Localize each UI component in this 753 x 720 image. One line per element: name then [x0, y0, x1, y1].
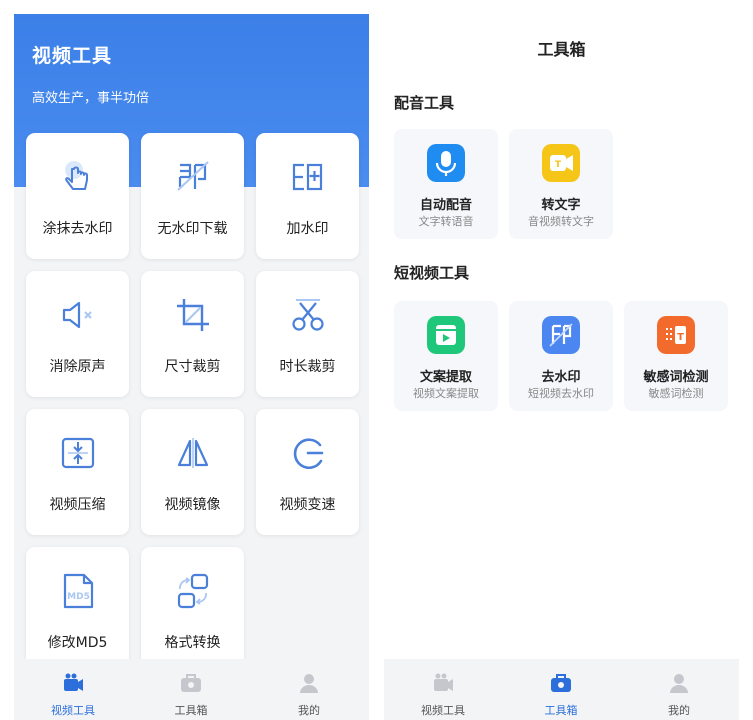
tab-video-tools[interactable]: 视频工具 [14, 659, 132, 720]
tool-label: 视频变速 [279, 497, 336, 513]
svg-text:MD5: MD5 [67, 592, 90, 602]
tab-mine[interactable]: 我的 [250, 659, 368, 720]
card-desc: 敏感词检测 [648, 387, 704, 400]
card-title: 去水印 [541, 370, 581, 385]
speed-icon [293, 438, 323, 469]
scissors-icon [291, 299, 324, 331]
tab-label: 我的 [668, 704, 690, 717]
microphone-icon [427, 144, 465, 182]
card-sensitive-word[interactable]: T 敏感词检测 敏感词检测 [624, 301, 728, 411]
tool-label: 涂抹去水印 [42, 221, 113, 237]
crop-icon [176, 299, 209, 331]
tool-label: 消除原声 [49, 359, 106, 375]
no-watermark-icon [176, 161, 209, 191]
convert-icon [177, 573, 208, 609]
tab-label: 视频工具 [51, 704, 95, 717]
tab-label: 工具箱 [544, 704, 578, 717]
page-subtitle: 高效生产，事半功倍 [32, 91, 150, 106]
card-copy-extract[interactable]: 文案提取 视频文案提取 [394, 301, 498, 411]
toolbox-icon [181, 674, 201, 692]
tool-label: 修改MD5 [47, 635, 108, 651]
bottom-tab-bar: 视频工具 工具箱 我的 [384, 659, 739, 720]
mirror-icon [177, 438, 208, 468]
svg-text:T: T [555, 160, 562, 170]
tab-video-tools[interactable]: 视频工具 [384, 659, 502, 720]
app-stage: 视频工具 高效生产，事半功倍 涂抹去水印 无水印下载 加水印 消除原声 尺寸裁剪… [0, 0, 753, 720]
video-tools-screen: 视频工具 高效生产，事半功倍 涂抹去水印 无水印下载 加水印 消除原声 尺寸裁剪… [14, 14, 369, 720]
md5-file-icon: MD5 [63, 573, 93, 609]
tool-label: 视频压缩 [49, 497, 106, 513]
card-title: 自动配音 [419, 198, 472, 213]
remove-watermark-icon [542, 316, 580, 354]
mute-icon [62, 301, 92, 329]
tab-mine[interactable]: 我的 [620, 659, 738, 720]
svg-text:T: T [677, 332, 684, 343]
video-camera-icon [64, 673, 83, 691]
tool-video-compress[interactable]: 视频压缩 [26, 409, 129, 535]
tab-label: 视频工具 [421, 704, 465, 717]
video-to-text-icon: T [542, 144, 580, 182]
bottom-tab-bar: 视频工具 工具箱 我的 [14, 659, 369, 720]
tool-remove-audio[interactable]: 消除原声 [26, 271, 129, 397]
card-desc: 文字转语音 [418, 215, 474, 228]
page-title: 工具箱 [537, 40, 586, 59]
tab-toolbox[interactable]: 工具箱 [132, 659, 250, 720]
toolbox-icon [551, 674, 571, 692]
card-title: 敏感词检测 [643, 370, 709, 385]
tool-add-watermark[interactable]: 加水印 [256, 133, 359, 259]
card-desc: 音视频转文字 [528, 215, 594, 228]
tool-label: 格式转换 [164, 635, 221, 651]
toolbox-screen: 工具箱 配音工具 自动配音 文字转语音 T 转文字 音视频转文字 短视频工具 文… [384, 14, 739, 720]
card-to-text[interactable]: T 转文字 音视频转文字 [509, 129, 613, 239]
tool-no-watermark-download[interactable]: 无水印下载 [141, 133, 244, 259]
tab-toolbox[interactable]: 工具箱 [502, 659, 620, 720]
tool-video-speed[interactable]: 视频变速 [256, 409, 359, 535]
page-title: 视频工具 [32, 45, 113, 67]
tool-video-mirror[interactable]: 视频镜像 [141, 409, 244, 535]
tool-label: 时长裁剪 [279, 359, 336, 375]
add-watermark-icon [292, 163, 322, 191]
copy-extract-icon [427, 316, 465, 354]
tab-label: 工具箱 [174, 704, 208, 717]
video-camera-icon [434, 673, 453, 691]
tool-format-convert[interactable]: 格式转换 [141, 547, 244, 673]
tool-label: 加水印 [286, 221, 329, 237]
card-remove-watermark[interactable]: 去水印 短视频去水印 [509, 301, 613, 411]
tool-label: 无水印下载 [157, 221, 228, 237]
user-icon [300, 674, 318, 693]
tool-label: 视频镜像 [164, 497, 221, 513]
hand-tap-icon [64, 161, 88, 190]
tool-duration-crop[interactable]: 时长裁剪 [256, 271, 359, 397]
section-title-short-video: 短视频工具 [394, 264, 470, 282]
tool-smear-watermark[interactable]: 涂抹去水印 [26, 133, 129, 259]
user-icon [670, 674, 688, 693]
sensitive-word-icon: T [657, 316, 695, 354]
tool-modify-md5[interactable]: MD5 修改MD5 [26, 547, 129, 673]
card-title: 文案提取 [419, 370, 472, 385]
section-title-dubbing: 配音工具 [394, 94, 455, 112]
tab-label: 我的 [298, 704, 320, 717]
card-title: 转文字 [541, 198, 581, 213]
card-auto-dubbing[interactable]: 自动配音 文字转语音 [394, 129, 498, 239]
card-desc: 短视频去水印 [528, 387, 594, 400]
compress-icon [61, 437, 94, 469]
tool-size-crop[interactable]: 尺寸裁剪 [141, 271, 244, 397]
tool-label: 尺寸裁剪 [164, 359, 221, 375]
card-desc: 视频文案提取 [413, 387, 479, 400]
